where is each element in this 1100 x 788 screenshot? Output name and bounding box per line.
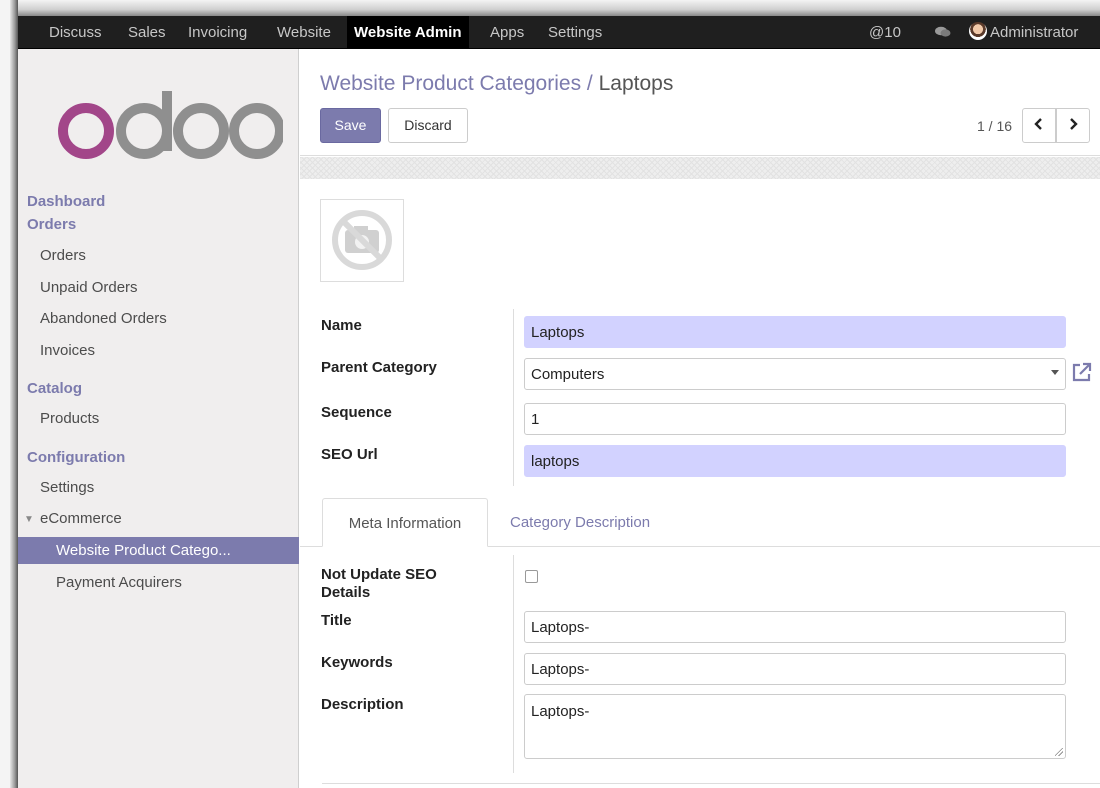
form-background-pattern [300, 157, 1100, 179]
pager-previous-button[interactable] [1022, 108, 1056, 143]
not-update-seo-checkbox[interactable] [525, 570, 538, 583]
sidebar-item-payment-acquirers[interactable]: Payment Acquirers [56, 574, 182, 591]
title-field[interactable]: Laptops- [524, 611, 1066, 643]
section-catalog: Catalog [27, 380, 83, 397]
sidebar-item-orders[interactable]: Orders [40, 247, 86, 264]
description-label: Description [321, 696, 404, 713]
external-link-icon[interactable] [1071, 361, 1093, 383]
menu-discuss[interactable]: Discuss [49, 16, 102, 49]
name-field[interactable]: Laptops [524, 316, 1066, 348]
sequence-label: Sequence [321, 404, 392, 421]
sidebar: Dashboard Orders Orders Unpaid Orders Ab… [18, 49, 299, 788]
odoo-logo [58, 91, 283, 159]
seo-url-label: SEO Url [321, 446, 378, 463]
keywords-label: Keywords [321, 654, 393, 671]
sidebar-item-abandoned-orders[interactable]: Abandoned Orders [40, 310, 167, 327]
sidebar-item-ecommerce[interactable]: eCommerce [40, 510, 122, 527]
window-frame-shadow [10, 0, 18, 788]
no-image-camera-icon [332, 210, 392, 270]
menu-invoicing[interactable]: Invoicing [188, 16, 247, 49]
chat-icon[interactable] [935, 16, 951, 49]
parent-category-select[interactable]: Computers [524, 358, 1066, 390]
name-label: Name [321, 317, 362, 334]
breadcrumb: Website Product Categories / Laptops [320, 72, 673, 96]
sidebar-item-products[interactable]: Products [40, 410, 99, 427]
not-update-seo-label-line2: Details [321, 584, 371, 601]
menu-dashboard[interactable]: Dashboard [27, 193, 105, 210]
seo-url-field[interactable]: laptops [524, 445, 1066, 477]
discard-button[interactable]: Discard [388, 108, 468, 143]
sidebar-item-settings[interactable]: Settings [40, 479, 94, 496]
mentions-counter[interactable]: @10 [869, 16, 901, 49]
sequence-field[interactable]: 1 [524, 403, 1066, 435]
parent-category-label: Parent Category [321, 359, 437, 376]
title-label: Title [321, 612, 352, 629]
category-image[interactable] [320, 199, 404, 282]
sidebar-item-invoices[interactable]: Invoices [40, 342, 95, 359]
chevron-right-icon [1070, 118, 1078, 130]
top-navbar: Discuss Sales Invoicing Website Website … [18, 16, 1100, 49]
section-configuration: Configuration [27, 449, 126, 466]
resize-handle-icon[interactable] [1055, 748, 1063, 756]
breadcrumb-parent[interactable]: Website Product Categories [320, 72, 581, 95]
menu-website[interactable]: Website [277, 16, 331, 49]
form-sheet: Name Laptops Parent Category Computers S… [300, 179, 1100, 788]
description-value: Laptops- [531, 703, 590, 720]
pager-next-button[interactable] [1056, 108, 1090, 143]
keywords-field[interactable]: Laptops- [524, 653, 1066, 685]
tab-category-description[interactable]: Category Description [491, 498, 669, 547]
menu-website-admin[interactable]: Website Admin [347, 16, 469, 49]
not-update-seo-label-line1: Not Update SEO [321, 566, 437, 583]
control-panel: Website Product Categories / Laptops Sav… [300, 49, 1100, 156]
menu-settings[interactable]: Settings [548, 16, 602, 49]
description-textarea[interactable]: Laptops- [524, 694, 1066, 759]
meta-field-divider [513, 555, 514, 773]
menu-apps[interactable]: Apps [490, 16, 524, 49]
not-update-seo-label: Not Update SEO Details [321, 566, 437, 602]
user-name: Administrator [990, 24, 1079, 41]
field-divider [513, 309, 514, 486]
menu-sales[interactable]: Sales [128, 16, 166, 49]
avatar [969, 22, 987, 40]
breadcrumb-separator: / [586, 72, 593, 95]
caret-down-icon[interactable]: ▼ [24, 514, 34, 525]
chevron-left-icon [1034, 118, 1042, 130]
section-orders: Orders [27, 216, 77, 233]
section-divider [322, 783, 1100, 784]
window-frame-top [0, 0, 1100, 16]
sidebar-item-website-product-categories[interactable]: Website Product Catego... [18, 537, 299, 564]
dropdown-caret-icon [1051, 370, 1059, 375]
save-button[interactable]: Save [320, 108, 381, 143]
pager-value[interactable]: 1 / 16 [977, 118, 1012, 134]
breadcrumb-current: Laptops [598, 72, 674, 95]
tab-meta-information[interactable]: Meta Information [322, 498, 488, 547]
sidebar-item-unpaid-orders[interactable]: Unpaid Orders [40, 279, 138, 296]
parent-category-value: Computers [531, 366, 605, 383]
user-menu[interactable]: Administrator [969, 16, 1078, 49]
